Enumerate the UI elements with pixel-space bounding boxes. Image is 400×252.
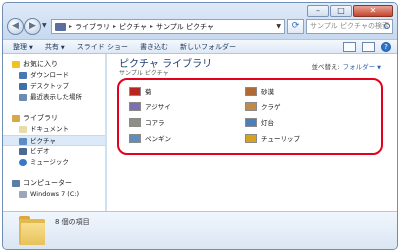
documents-icon <box>19 126 27 133</box>
file-item[interactable]: 砂漠 <box>245 86 274 96</box>
file-item[interactable]: ペンギン <box>129 133 171 143</box>
preview-pane-icon[interactable] <box>362 42 375 52</box>
nav-pictures[interactable]: ピクチャ <box>3 135 105 146</box>
search-icon[interactable] <box>384 23 390 29</box>
refresh-button[interactable]: ⟳ <box>287 19 304 34</box>
nav-videos[interactable]: ビデオ <box>3 146 105 157</box>
nav-recent-places[interactable]: 最近表示した場所 <box>3 92 105 103</box>
view-options-icon[interactable] <box>343 42 356 52</box>
image-thumbnail <box>129 86 141 96</box>
details-pane: 8 個の項目 <box>3 211 397 249</box>
navigation-pane: お気に入り ダウンロード デスクトップ 最近表示した場所 ライブラリ ドキュメン… <box>3 54 106 211</box>
file-item[interactable]: コアラ <box>129 117 165 127</box>
new-folder-button[interactable]: 新しいフォルダー <box>180 42 236 52</box>
forward-button[interactable]: ▶ <box>24 18 41 35</box>
minimize-button[interactable]: – <box>307 5 329 17</box>
slideshow-button[interactable]: スライド ショー <box>77 42 128 52</box>
breadcrumb-separator[interactable]: ▸ <box>69 23 72 30</box>
library-icon <box>12 115 20 122</box>
file-item[interactable]: 菊 <box>129 86 152 96</box>
close-button[interactable]: ✕ <box>353 5 393 17</box>
file-item[interactable]: クラゲ <box>245 101 281 111</box>
library-subtitle[interactable]: サンプル ピクチャ <box>119 68 169 77</box>
image-thumbnail <box>129 117 141 127</box>
burn-button[interactable]: 書き込む <box>140 42 168 52</box>
maximize-button[interactable]: □ <box>330 5 352 17</box>
image-thumbnail <box>245 86 257 96</box>
nav-favorites[interactable]: お気に入り <box>3 59 105 70</box>
navigation-row: ◀ ▶ ▼ ▸ ライブラリ ▸ ピクチャ ▸ サンプル ピクチャ ▼ ⟳ サンプ… <box>7 18 393 36</box>
computer-group: コンピューター Windows 7 (C:) <box>3 178 105 200</box>
music-icon <box>19 159 27 166</box>
image-thumbnail <box>245 117 257 127</box>
breadcrumb-pictures[interactable]: ピクチャ <box>119 22 147 32</box>
nav-libraries[interactable]: ライブラリ <box>3 113 105 124</box>
file-item[interactable]: 灯台 <box>245 117 274 127</box>
nav-downloads[interactable]: ダウンロード <box>3 70 105 81</box>
videos-icon <box>19 148 27 155</box>
chevron-down-icon: ▼ <box>60 44 65 51</box>
file-item[interactable]: チューリップ <box>245 133 300 143</box>
organize-button[interactable]: 整理 ▼ <box>13 42 33 52</box>
file-list-pane: ピクチャ ライブラリ サンプル ピクチャ 並べ替え: フォルダー ▼ 菊 砂漠 アジ… <box>107 54 397 211</box>
recent-places-icon <box>19 94 27 101</box>
breadcrumb-sample-pictures[interactable]: サンプル ピクチャ <box>156 22 214 32</box>
star-icon <box>12 61 20 68</box>
arrange-by[interactable]: 並べ替え: フォルダー ▼ <box>311 61 381 71</box>
nav-drive-c[interactable]: Windows 7 (C:) <box>3 189 105 200</box>
image-thumbnail <box>245 101 257 111</box>
view-controls: ? <box>343 42 391 52</box>
pictures-library-icon <box>55 22 66 31</box>
item-count: 8 個の項目 <box>55 218 90 226</box>
favorites-group: お気に入り ダウンロード デスクトップ 最近表示した場所 <box>3 59 105 103</box>
computer-icon <box>12 180 20 187</box>
search-placeholder: サンプル ピクチャの検索 <box>310 22 389 30</box>
breadcrumb-separator[interactable]: ▸ <box>150 23 153 30</box>
breadcrumb-libraries[interactable]: ライブラリ <box>75 22 110 32</box>
folder-icon <box>19 215 45 245</box>
desktop-icon <box>19 83 27 90</box>
title-bar: – □ ✕ ◀ ▶ ▼ ▸ ライブラリ ▸ ピクチャ ▸ サンプル ピクチャ ▼… <box>3 3 397 39</box>
nav-documents[interactable]: ドキュメント <box>3 124 105 135</box>
nav-computer[interactable]: コンピューター <box>3 178 105 189</box>
back-button[interactable]: ◀ <box>7 18 24 35</box>
nav-desktop[interactable]: デスクトップ <box>3 81 105 92</box>
explorer-window: – □ ✕ ◀ ▶ ▼ ▸ ライブラリ ▸ ピクチャ ▸ サンプル ピクチャ ▼… <box>2 2 398 250</box>
image-thumbnail <box>129 101 141 111</box>
share-button[interactable]: 共有 ▼ <box>45 42 65 52</box>
chevron-down-icon[interactable]: ▼ <box>377 65 381 71</box>
window-controls: – □ ✕ <box>307 5 393 17</box>
breadcrumb-separator[interactable]: ▸ <box>113 23 116 30</box>
chevron-down-icon: ▼ <box>29 44 33 51</box>
command-bar: 整理 ▼ 共有 ▼ スライド ショー 書き込む 新しいフォルダー ? <box>3 39 397 54</box>
pictures-icon <box>19 138 27 145</box>
recent-pages-dropdown-icon[interactable]: ▼ <box>42 22 47 29</box>
address-dropdown-icon[interactable]: ▼ <box>276 23 281 30</box>
file-item[interactable]: アジサイ <box>129 101 171 111</box>
image-thumbnail <box>129 133 141 143</box>
help-icon[interactable]: ? <box>381 42 391 52</box>
nav-music[interactable]: ミュージック <box>3 157 105 168</box>
libraries-group: ライブラリ ドキュメント ピクチャ ビデオ ミュージック <box>3 113 105 168</box>
drive-icon <box>19 191 27 198</box>
address-bar[interactable]: ▸ ライブラリ ▸ ピクチャ ▸ サンプル ピクチャ ▼ <box>51 19 285 34</box>
downloads-icon <box>19 72 27 79</box>
image-thumbnail <box>245 133 257 143</box>
search-input[interactable]: サンプル ピクチャの検索 <box>306 19 393 34</box>
